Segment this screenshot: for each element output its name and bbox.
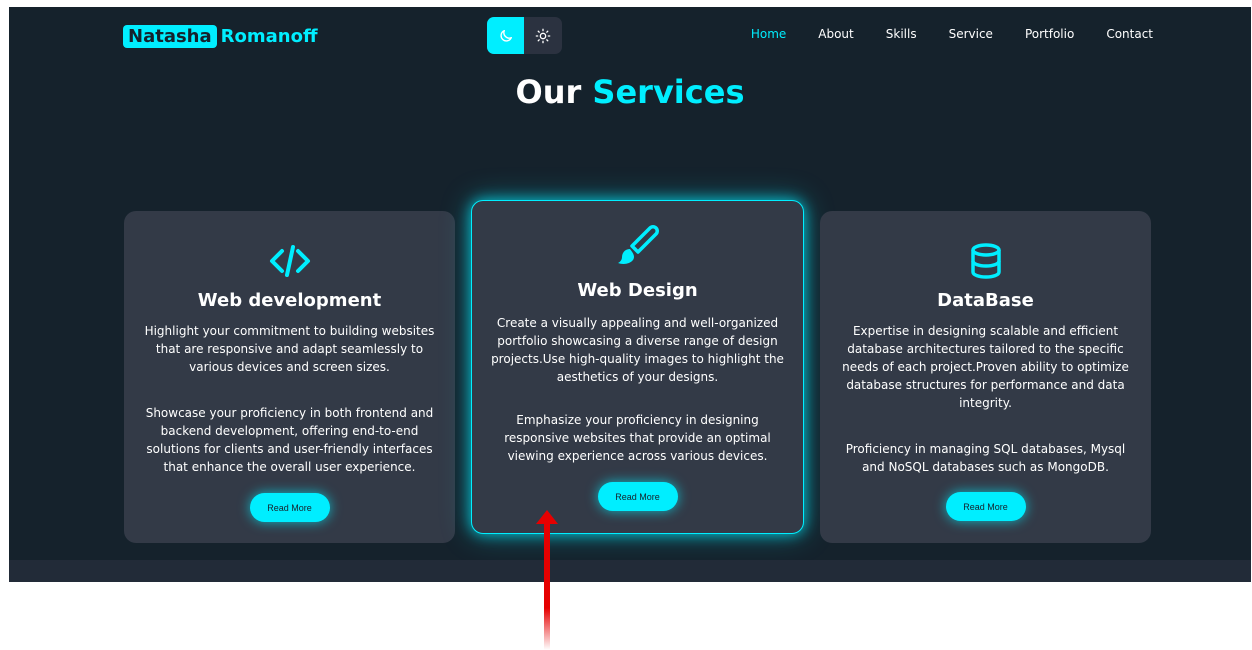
service-card-web-design: Web Design Create a visually appealing a… <box>471 200 804 534</box>
code-icon <box>124 241 455 281</box>
section-divider <box>9 560 1251 582</box>
read-more-button[interactable]: Read More <box>597 482 678 511</box>
card-title: DataBase <box>937 290 1034 311</box>
logo-last-name: Romanoff <box>220 25 318 47</box>
sun-icon <box>535 28 550 43</box>
card-paragraph: Proficiency in managing SQL databases, M… <box>845 442 1126 474</box>
main-nav: Home About Skills Service Portfolio Cont… <box>719 27 1153 41</box>
section-title: Our Services <box>9 73 1251 111</box>
card-paragraph: Showcase your proficiency in both fronte… <box>145 406 434 474</box>
dark-mode-button[interactable] <box>487 17 524 54</box>
card-paragraph: Create a visually appealing and well-org… <box>491 316 784 384</box>
light-mode-button[interactable] <box>524 17 561 54</box>
card-paragraph: Expertise in designing scalable and effi… <box>842 324 1129 410</box>
paintbrush-icon <box>472 223 803 269</box>
service-card-web-development: Web development Highlight your commitmen… <box>124 211 455 543</box>
section-title-accent: Services <box>592 73 745 111</box>
logo-first-name: Natasha <box>123 24 217 48</box>
nav-about[interactable]: About <box>818 27 853 41</box>
nav-contact[interactable]: Contact <box>1106 27 1153 41</box>
cursor-arrow-icon <box>536 510 558 650</box>
services-page: Natasha Romanoff Home About Skills Servi… <box>9 7 1251 582</box>
nav-home[interactable]: Home <box>751 27 786 41</box>
moon-icon <box>499 29 512 42</box>
card-paragraph: Highlight your commitment to building we… <box>144 324 435 374</box>
logo[interactable]: Natasha Romanoff <box>123 23 318 49</box>
database-icon <box>820 242 1151 280</box>
read-more-button[interactable]: Read More <box>249 493 330 522</box>
theme-toggle[interactable] <box>487 17 562 54</box>
nav-portfolio[interactable]: Portfolio <box>1025 27 1074 41</box>
read-more-button[interactable]: Read More <box>945 492 1026 521</box>
card-paragraph: Emphasize your proficiency in designing … <box>504 413 771 463</box>
section-title-main: Our <box>515 73 582 111</box>
nav-service[interactable]: Service <box>949 27 993 41</box>
card-title: Web Design <box>577 280 698 301</box>
card-title: Web development <box>197 290 382 311</box>
nav-skills[interactable]: Skills <box>886 27 917 41</box>
service-card-database: DataBase Expertise in designing scalable… <box>820 211 1151 543</box>
